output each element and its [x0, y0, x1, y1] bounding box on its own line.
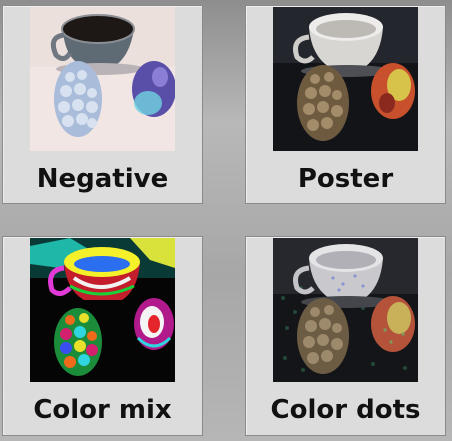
color-dots-preview-image — [273, 238, 418, 382]
filter-tile-color-mix[interactable]: Color mix — [2, 236, 203, 436]
color-mix-preview-image — [30, 238, 175, 382]
negative-preview-image — [30, 7, 175, 151]
filter-tile-color-dots[interactable]: Color dots — [245, 236, 446, 436]
filter-label: Color dots — [270, 395, 421, 425]
filter-tile-poster[interactable]: Poster — [245, 5, 446, 204]
poster-preview-image — [273, 7, 418, 151]
filter-label: Poster — [297, 164, 394, 194]
filter-label: Negative — [36, 164, 169, 194]
filter-tile-negative[interactable]: Negative — [2, 5, 203, 204]
filter-label: Color mix — [33, 395, 172, 425]
